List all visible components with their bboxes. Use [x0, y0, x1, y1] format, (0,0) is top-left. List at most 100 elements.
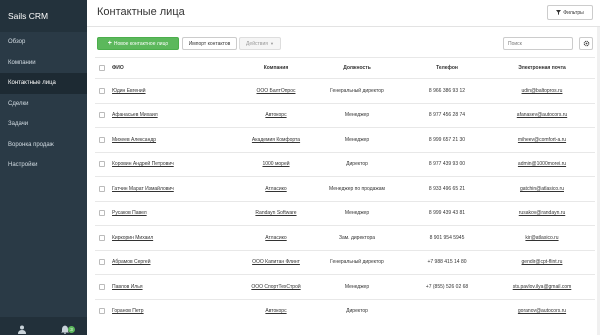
contacts-table: ФИО Компания Должность Телефон Электронн… — [95, 57, 595, 323]
table-body: Юдин Евгений ООО БалтОпрос Генеральный дир… — [95, 78, 595, 323]
email-link[interactable]: udin@baltopros.ru — [522, 88, 563, 94]
phone-text: 8 999 657 21 30 — [428, 136, 466, 143]
table-row: Русаков Павел Randayn Software Менеджер 8 9… — [95, 200, 595, 226]
position-text: Менеджер — [344, 136, 370, 143]
column-header-name[interactable]: ФИО — [112, 58, 124, 78]
email-link[interactable]: goranov@autocors.ru — [518, 308, 566, 314]
company-link[interactable]: ООО Капитан Флинт — [252, 259, 300, 265]
caret-down-icon: ▼ — [269, 41, 274, 46]
email-link[interactable]: gendir@cpt-flint.ru — [522, 259, 563, 265]
import-contacts-button[interactable]: Импорт контактов — [182, 37, 237, 50]
table-row: Юдин Евгений ООО БалтОпрос Генеральный дир… — [95, 78, 595, 103]
contact-name-link[interactable]: Афанасьев Михаил — [112, 112, 158, 118]
company-link[interactable]: ООО БалтОпрос — [257, 88, 296, 94]
phone-text: 8 933 496 65 21 — [428, 185, 466, 192]
email-link[interactable]: gatchin@atlasico.ru — [520, 186, 564, 192]
gear-icon — [583, 40, 589, 47]
filter-icon — [556, 10, 562, 15]
contact-name-link[interactable]: Михеев Александр — [112, 137, 156, 143]
row-checkbox[interactable] — [99, 234, 105, 241]
email-link[interactable]: rusakov@randayn.ru — [519, 210, 566, 216]
row-checkbox[interactable] — [99, 161, 105, 168]
sidebar-item-overview[interactable]: Обзор — [0, 32, 87, 53]
position-text: Менеджер — [344, 283, 370, 290]
add-contact-button[interactable]: + Новое контактное лицо — [97, 37, 179, 50]
phone-text: 8 901 954 5945 — [429, 234, 465, 241]
email-link[interactable]: miheev@comfort-a.ru — [518, 137, 566, 143]
notification-badge: 3 — [68, 326, 75, 333]
company-link[interactable]: 1000 морей — [262, 161, 289, 167]
filter-button-label: Фильтры — [563, 9, 584, 16]
actions-label: Действия — [246, 40, 268, 47]
phone-text: 8 977 439 93 00 — [428, 161, 466, 168]
company-link[interactable]: Атласико — [265, 235, 286, 241]
row-checkbox[interactable] — [99, 185, 105, 192]
phone-text: +7 988 415 14 80 — [427, 259, 467, 266]
row-checkbox[interactable] — [99, 283, 105, 290]
search-input[interactable] — [503, 37, 573, 50]
phone-text: 8 999 439 43 81 — [428, 210, 466, 217]
contact-name-link[interactable]: Гатчин Марат Измайлович — [112, 186, 174, 192]
table-header-row: ФИО Компания Должность Телефон Электронн… — [95, 57, 595, 78]
email-link[interactable]: admin@1000morei.ru — [518, 161, 566, 167]
sidebar-item-contacts[interactable]: Контактные лица — [0, 73, 87, 94]
column-header-phone[interactable]: Телефон — [393, 58, 501, 78]
company-link[interactable]: Автокорс — [265, 308, 286, 314]
table-row: Коровин Андрей Петрович 1000 морей Директо… — [95, 151, 595, 177]
row-checkbox[interactable] — [99, 87, 105, 94]
contact-name-link[interactable]: Киркорин Михаил — [112, 235, 153, 241]
page-title: Контактные лица — [97, 6, 185, 18]
table-row: Гатчин Марат Измайлович Атласико Менеджер … — [95, 176, 595, 201]
app-brand[interactable]: Sails CRM — [0, 0, 87, 32]
contact-name-link[interactable]: Абрамов Сергей — [112, 259, 150, 265]
table-row: Павлов Илья ООО СпортТехСтрой Менеджер +7 (… — [95, 274, 595, 299]
column-header-email[interactable]: Электронная почта — [488, 58, 596, 78]
user-icon[interactable] — [18, 321, 26, 335]
sidebar-item-tasks[interactable]: Задачи — [0, 114, 87, 135]
row-checkbox[interactable] — [99, 308, 105, 315]
email-link[interactable]: afanasev@autocors.ru — [517, 112, 567, 118]
company-link[interactable]: Автокорс — [265, 112, 286, 118]
contact-name-link[interactable]: Юдин Евгений — [112, 88, 146, 94]
contact-name-link[interactable]: Павлов Илья — [112, 284, 143, 290]
select-all-checkbox[interactable] — [99, 65, 105, 71]
position-text: Генеральный директор — [330, 87, 384, 94]
sidebar: Sails CRM Обзор Компании Контактные лица… — [0, 0, 87, 335]
row-checkbox[interactable] — [99, 112, 105, 119]
sidebar-item-companies[interactable]: Компании — [0, 53, 87, 74]
table-settings-button[interactable] — [579, 37, 593, 50]
position-text: Директор — [346, 161, 368, 168]
row-checkbox[interactable] — [99, 210, 105, 217]
company-link[interactable]: ООО СпортТехСтрой — [251, 284, 300, 290]
position-text: Директор — [346, 308, 368, 315]
company-link[interactable]: Атласико — [265, 186, 286, 192]
row-checkbox[interactable] — [99, 259, 105, 266]
phone-text: +7 (855) 526 02 68 — [425, 283, 469, 290]
table-row: Михеев Александр Академия Комфорта Менедже… — [95, 127, 595, 152]
email-link[interactable]: kir@atlasico.ru — [525, 235, 558, 241]
contact-name-link[interactable]: Горанов Петр — [112, 308, 144, 314]
page-header: Контактные лица Фильтры — [87, 0, 600, 27]
sidebar-item-settings[interactable]: Настройки — [0, 155, 87, 176]
company-link[interactable]: Академия Комфорта — [252, 137, 300, 143]
position-text: Зам. директора — [338, 234, 376, 241]
sidebar-item-deals[interactable]: Сделки — [0, 94, 87, 115]
position-text: Менеджер по продажам — [329, 185, 385, 192]
company-link[interactable]: Randayn Software — [255, 210, 296, 216]
contact-name-link[interactable]: Русаков Павел — [112, 210, 147, 216]
contact-name-link[interactable]: Коровин Андрей Петрович — [112, 161, 174, 167]
table-row: Афанасьев Михаил Автокорс Менеджер 8 977 45… — [95, 102, 595, 128]
row-checkbox[interactable] — [99, 136, 105, 143]
table-row: Горанов Петр Автокорс Директор goranov@auto… — [95, 298, 595, 324]
phone-text: 8 977 456 28 74 — [428, 112, 466, 119]
phone-text: 8 966 386 93 12 — [428, 87, 466, 94]
position-text: Менеджер — [344, 210, 370, 217]
sidebar-item-sales-funnel[interactable]: Воронка продаж — [0, 135, 87, 156]
import-contacts-label: Импорт контактов — [188, 40, 231, 47]
sidebar-footer: 3 — [0, 317, 87, 335]
filter-button[interactable]: Фильтры — [547, 5, 593, 20]
actions-dropdown[interactable]: Действия ▼ — [239, 37, 281, 50]
email-link[interactable]: sts.pavlov.ilya@gmail.com — [513, 284, 572, 290]
add-contact-label: Новое контактное лицо — [113, 40, 169, 47]
table-row: Киркорин Михаил Атласико Зам. директора 8 9… — [95, 225, 595, 250]
